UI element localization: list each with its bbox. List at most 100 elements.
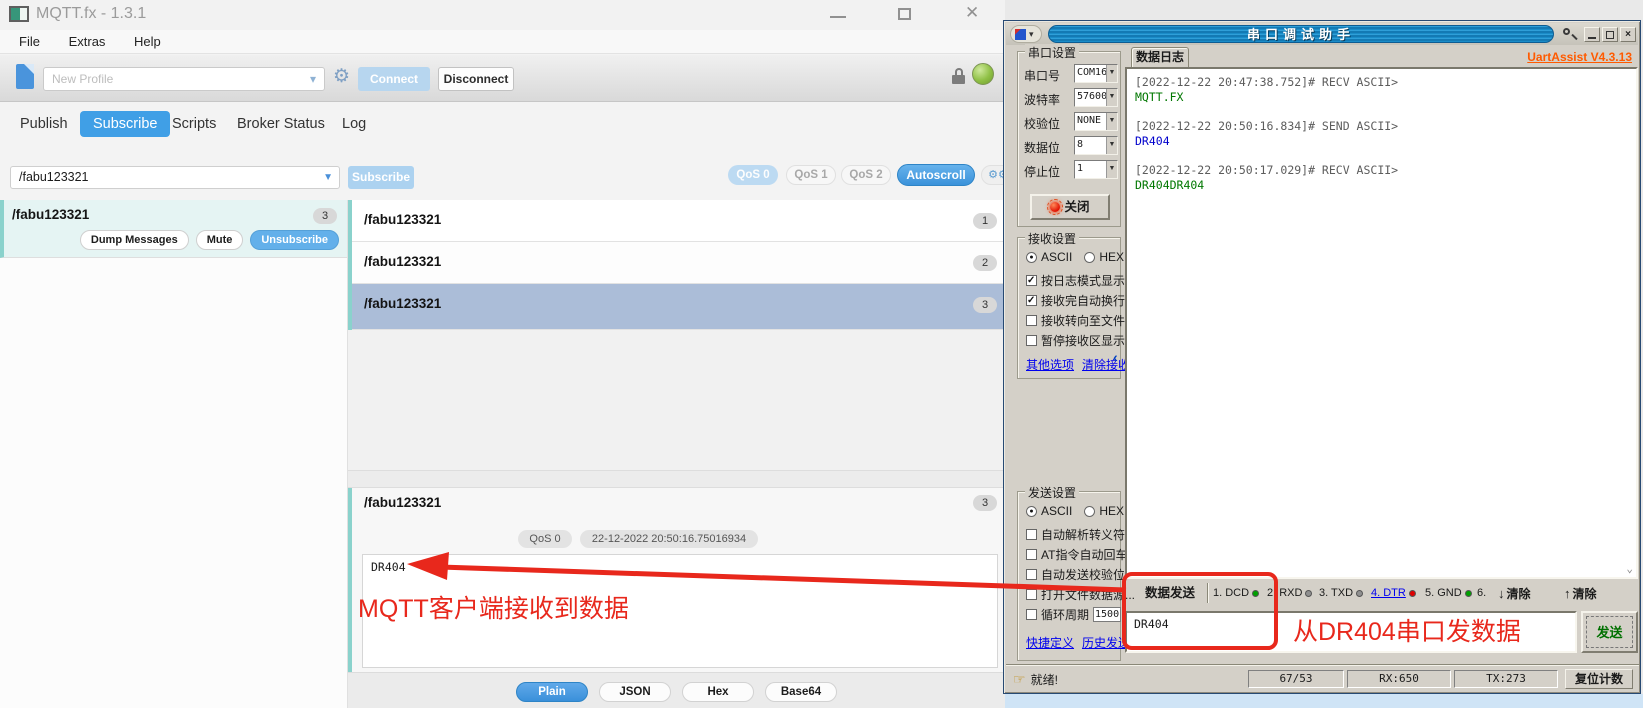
pin-icon[interactable] — [1562, 27, 1578, 43]
chevron-down-icon: ▼ — [1106, 89, 1117, 106]
databits-select[interactable]: 8▼ — [1074, 136, 1118, 155]
topic-input[interactable]: /fabu123321 ▼ — [10, 166, 340, 189]
pause-display-checkbox[interactable] — [1026, 335, 1037, 346]
chevron-down-icon[interactable]: ▼ — [323, 167, 333, 188]
stopbits-select[interactable]: 1▼ — [1074, 160, 1118, 179]
scroll-down-icon[interactable]: ⌄ — [1626, 561, 1633, 576]
qos1-button[interactable]: QoS 1 — [786, 165, 836, 185]
mqtt-titlebar: MQTT.fx - 1.3.1 ✕ — [0, 0, 1005, 30]
cycle-period-input[interactable]: 1500 — [1093, 607, 1121, 622]
log-timestamp: [2022-12-22 20:50:17.029]# RECV ASCII> — [1135, 163, 1628, 178]
data-log-tab[interactable]: 数据日志 — [1131, 47, 1189, 67]
menu-file[interactable]: File — [13, 34, 46, 49]
tab-broker-status[interactable]: Broker Status — [237, 116, 325, 132]
message-row[interactable]: /fabu123321 1 — [352, 200, 1005, 242]
close-icon[interactable]: × — [1620, 27, 1636, 42]
data-send-tab[interactable]: 数据发送 — [1137, 581, 1203, 605]
cycle-send-checkbox[interactable] — [1026, 609, 1037, 620]
connection-status-icon — [972, 63, 994, 85]
splitter-collapse-icon[interactable]: ‹ — [1113, 349, 1118, 365]
subscription-item[interactable]: /fabu123321 3 Dump Messages Mute Unsubsc… — [0, 200, 347, 258]
format-plain-button[interactable]: Plain — [516, 682, 588, 702]
format-base64-button[interactable]: Base64 — [765, 682, 837, 702]
recv-hex-radio[interactable] — [1084, 252, 1095, 263]
close-port-button[interactable]: 关闭 — [1030, 194, 1110, 220]
uartassist-version-link[interactable]: UartAssist V4.3.13 — [1527, 50, 1632, 64]
chevron-down-icon[interactable]: ▾ — [310, 68, 316, 90]
desktop-background — [1003, 694, 1643, 708]
parity-select[interactable]: NONE▼ — [1074, 112, 1118, 131]
recv-to-file-checkbox[interactable] — [1026, 315, 1037, 326]
menu-help[interactable]: Help — [128, 34, 167, 49]
format-hex-button[interactable]: Hex — [682, 682, 754, 702]
ready-hand-icon: ☞ — [1013, 671, 1026, 688]
tab-log[interactable]: Log — [342, 116, 366, 132]
clear-receive-link[interactable]: 清除接收 — [1082, 356, 1130, 373]
subscriptions-panel: /fabu123321 3 Dump Messages Mute Unsubsc… — [0, 200, 348, 708]
baudrate-select[interactable]: 57600▼ — [1074, 88, 1118, 107]
clear-receive-button[interactable]: ↓清除 — [1498, 585, 1531, 602]
arrow-down-icon: ↓ — [1498, 586, 1505, 601]
mqtt-window-title: MQTT.fx - 1.3.1 — [36, 5, 146, 23]
subscribe-button[interactable]: Subscribe — [348, 166, 414, 189]
com-port-select[interactable]: COM16 #US▼ — [1074, 64, 1118, 83]
new-profile-icon[interactable] — [16, 64, 34, 89]
auto-escape-checkbox[interactable] — [1026, 529, 1037, 540]
send-button[interactable]: 发送 — [1581, 611, 1638, 653]
file-data-source-checkbox[interactable] — [1026, 589, 1037, 600]
serial-app-icon[interactable]: ▾ — [1010, 25, 1042, 43]
minimize-icon[interactable] — [1584, 27, 1600, 42]
message-list: /fabu123321 1 /fabu123321 2 /fabu123321 … — [348, 200, 1005, 470]
dump-messages-button[interactable]: Dump Messages — [80, 230, 189, 250]
log-mode-checkbox[interactable]: ✓ — [1026, 275, 1037, 286]
autoscroll-button[interactable]: Autoscroll — [897, 164, 975, 186]
clear-send-button[interactable]: ↑清除 — [1564, 585, 1597, 602]
connect-button[interactable]: Connect — [358, 67, 430, 91]
subscription-options-gear-icon[interactable]: ⚙⚙ — [981, 165, 1005, 185]
minimize-icon[interactable] — [830, 16, 846, 18]
send-hex-radio[interactable] — [1084, 506, 1095, 517]
unsubscribe-button[interactable]: Unsubscribe — [250, 230, 339, 250]
pin-indicator-dtr[interactable]: 4. DTR — [1371, 587, 1416, 599]
rx-counter: RX:650 — [1347, 670, 1451, 688]
format-json-button[interactable]: JSON — [599, 682, 671, 702]
chevron-down-icon: ▼ — [1106, 113, 1117, 130]
menu-extras[interactable]: Extras — [63, 34, 112, 49]
profile-combobox[interactable]: New Profile ▾ — [43, 67, 325, 91]
close-icon[interactable]: ✕ — [965, 3, 979, 23]
qos2-button[interactable]: QoS 2 — [841, 165, 891, 185]
auto-checksum-checkbox[interactable] — [1026, 569, 1037, 580]
payload-text: DR404 — [371, 560, 406, 574]
subscription-topic: /fabu123321 — [12, 207, 89, 222]
at-auto-return-checkbox[interactable] — [1026, 549, 1037, 560]
gear-icon[interactable]: ⚙ — [333, 65, 350, 88]
port-open-indicator-icon — [1050, 202, 1060, 212]
message-number-badge: 1 — [973, 213, 997, 229]
send-ascii-radio[interactable]: ● — [1026, 506, 1037, 517]
detail-timestamp-badge: 22-12-2022 20:50:16.75016934 — [580, 530, 758, 548]
qos0-button[interactable]: QoS 0 — [728, 165, 778, 185]
auto-linefeed-checkbox[interactable]: ✓ — [1026, 295, 1037, 306]
maximize-icon[interactable] — [1602, 27, 1618, 42]
history-send-link[interactable]: 历史发送 — [1082, 634, 1130, 651]
pin-indicator-6: 6. — [1477, 587, 1486, 599]
other-options-link[interactable]: 其他选项 — [1026, 356, 1074, 373]
message-row-selected[interactable]: /fabu123321 3 — [352, 284, 1005, 330]
tab-publish[interactable]: Publish — [20, 116, 68, 132]
mqtt-menubar: File Extras Help — [0, 30, 1005, 54]
mute-button[interactable]: Mute — [196, 230, 244, 250]
reset-count-button[interactable]: 复位计数 — [1565, 669, 1633, 689]
dtr-led-icon — [1409, 590, 1416, 597]
disconnect-button[interactable]: Disconnect — [438, 67, 514, 91]
message-row[interactable]: /fabu123321 2 — [352, 242, 1005, 284]
recv-ascii-radio[interactable]: ● — [1026, 252, 1037, 263]
tab-scripts[interactable]: Scripts — [172, 116, 216, 132]
receive-settings-group: 接收设置 ● ASCII HEX ✓ 按日志模式显示 ✓ 接收完自动换行 接收转… — [1017, 237, 1121, 379]
maximize-icon[interactable] — [898, 8, 911, 20]
log-timestamp: [2022-12-22 20:47:38.752]# RECV ASCII> — [1135, 75, 1628, 90]
log-payload: DR404DR404 — [1135, 178, 1628, 193]
shortcut-define-link[interactable]: 快捷定义 — [1026, 634, 1074, 651]
tab-subscribe[interactable]: Subscribe — [80, 111, 170, 137]
dcd-led-icon — [1252, 590, 1259, 597]
pin-indicator-rxd: 2. RXD — [1267, 587, 1312, 599]
